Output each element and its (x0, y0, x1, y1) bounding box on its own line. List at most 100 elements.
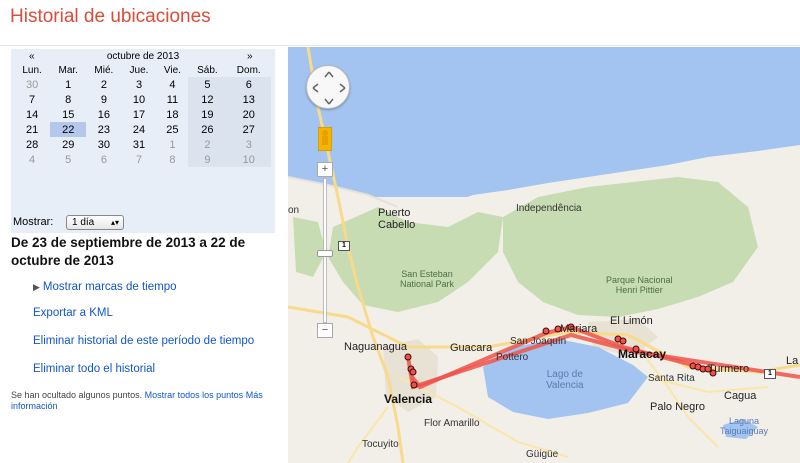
route-point[interactable] (404, 353, 412, 361)
weekday-header: Dom. (236, 65, 261, 76)
zoom-slider-thumb[interactable] (317, 250, 333, 257)
calendar-day[interactable]: 1 (50, 77, 86, 92)
calendar-day[interactable]: 20 (226, 107, 271, 122)
calendar-day[interactable]: 12 (188, 92, 227, 107)
route-point[interactable] (410, 381, 418, 389)
highway-shield: 1 (764, 369, 776, 379)
route-point[interactable] (619, 337, 627, 345)
calendar-day[interactable]: 30 (14, 77, 50, 92)
calendar-day[interactable]: 11 (157, 92, 189, 107)
map-label-turmero: Turmero (708, 363, 750, 375)
calendar-day[interactable]: 15 (50, 107, 86, 122)
map-label-san-esteban: San Esteban National Park (400, 269, 455, 289)
calendar-day[interactable]: 23 (86, 122, 121, 137)
calendar-day[interactable]: 25 (157, 122, 189, 137)
map-label-el-limon: El Limón (610, 315, 653, 327)
calendar-day[interactable]: 5 (50, 152, 86, 167)
calendar-day[interactable]: 4 (157, 77, 189, 92)
map-label-tocuyito: Tocuyito (362, 439, 399, 450)
calendar-week: 28 29 30 31 1 2 3 (14, 137, 271, 152)
weekday-header: Mié. (94, 65, 114, 76)
show-label: Mostrar: (13, 216, 54, 228)
calendar-day[interactable]: 7 (14, 92, 50, 107)
calendar-grid: Lun. Mar. Mié. Jue. Vie. Sáb. Dom. 30 1 2 3 4 5 6 7 8 9… (14, 64, 271, 167)
next-month-button[interactable]: » (247, 51, 253, 62)
map-label-santa-rita: Santa Rita (648, 373, 695, 384)
show-range-row: Mostrar: 1 día ▴▾ (11, 213, 275, 233)
calendar-day[interactable]: 10 (226, 152, 271, 167)
calendar-day[interactable]: 2 (188, 137, 227, 152)
zoom-in-button[interactable]: + (317, 162, 333, 177)
map-label-lago-valencia: Lago de Valencia (546, 369, 584, 391)
zoom-control: + − (317, 162, 333, 340)
show-all-points-link[interactable]: Mostrar todos los puntos (145, 390, 244, 400)
calendar-day[interactable]: 10 (121, 92, 156, 107)
calendar-day[interactable]: 17 (121, 107, 156, 122)
map-label-flor-amarillo: Flor Amarillo (424, 418, 480, 429)
map-label-naguanagua: Naguanagua (344, 341, 408, 353)
map-label-guacara: Guacara (450, 342, 493, 354)
calendar-day[interactable]: 29 (50, 137, 86, 152)
calendar-day[interactable]: 9 (86, 92, 121, 107)
calendar-day[interactable]: 5 (188, 77, 227, 92)
page-header: Historial de ubicaciones (0, 0, 800, 46)
calendar-day[interactable]: 31 (121, 137, 156, 152)
calendar-day[interactable]: 26 (188, 122, 227, 137)
highway-shield: 1 (338, 241, 350, 251)
map-label-la: La (786, 355, 799, 367)
map-label-moron: on (288, 205, 300, 216)
route-point[interactable] (409, 368, 417, 376)
pan-arrows-icon (312, 71, 346, 105)
calendar-day[interactable]: 9 (188, 152, 227, 167)
calendar-day[interactable]: 6 (86, 152, 121, 167)
delete-period-link[interactable]: Eliminar historial de este período de ti… (33, 335, 254, 347)
map-label-puerto-cabello: Puerto Cabello (378, 207, 416, 231)
map-label-valencia: Valencia (384, 392, 433, 406)
calendar-day[interactable]: 4 (14, 152, 50, 167)
map-view[interactable]: on Puerto Cabello Independência San Este… (288, 47, 800, 463)
show-timestamps-link[interactable]: ▶ Mostrar marcas de tiempo (33, 281, 177, 293)
show-range-select[interactable]: 1 día ▴▾ (66, 215, 124, 230)
calendar-day[interactable]: 24 (121, 122, 156, 137)
calendar-day[interactable]: 14 (14, 107, 50, 122)
calendar: « octubre de 2013 » Lun. Mar. Mié. Jue. Vie.… (11, 49, 275, 233)
calendar-week: 21 22 23 24 25 26 27 (14, 122, 271, 137)
weekday-header: Mar. (58, 65, 78, 76)
calendar-day[interactable]: 16 (86, 107, 121, 122)
calendar-day[interactable]: 8 (157, 152, 189, 167)
zoom-out-button[interactable]: − (317, 323, 333, 338)
map-label-san-joaquin: San Joaquín (510, 336, 567, 347)
calendar-day[interactable]: 19 (188, 107, 227, 122)
calendar-day[interactable]: 1 (157, 137, 189, 152)
calendar-day[interactable]: 30 (86, 137, 121, 152)
hidden-points-text: Se han ocultado algunos puntos. (11, 390, 143, 400)
select-arrows-icon: ▴▾ (110, 218, 119, 227)
calendar-day[interactable]: 13 (226, 92, 271, 107)
calendar-day[interactable]: 21 (14, 122, 50, 137)
calendar-month-title: octubre de 2013 (106, 51, 180, 62)
calendar-day[interactable]: 28 (14, 137, 50, 152)
calendar-day[interactable]: 7 (121, 152, 156, 167)
calendar-day[interactable]: 6 (226, 77, 271, 92)
sidebar: « octubre de 2013 » Lun. Mar. Mié. Jue. Vie.… (0, 47, 288, 463)
map-label-henri-pittier: Parque Nacional Henri Pittier (606, 275, 673, 295)
calendar-day[interactable]: 3 (121, 77, 156, 92)
show-timestamps-label: Mostrar marcas de tiempo (42, 281, 177, 293)
weekday-header: Lun. (22, 65, 42, 76)
street-view-pegman-icon[interactable] (318, 127, 332, 151)
pan-control[interactable] (306, 65, 350, 109)
delete-all-link[interactable]: Eliminar todo el historial (33, 363, 155, 375)
export-kml-link[interactable]: Exportar a KML (33, 307, 113, 319)
calendar-header: « octubre de 2013 » (11, 51, 275, 65)
route-point[interactable] (542, 327, 550, 335)
map-label-pottero: Pottero (496, 352, 529, 363)
calendar-day[interactable]: 22 (50, 122, 87, 137)
map-label-maracay: Maracay (618, 347, 667, 361)
calendar-day[interactable]: 18 (157, 107, 189, 122)
calendar-day[interactable]: 8 (50, 92, 86, 107)
calendar-day[interactable]: 2 (86, 77, 121, 92)
page-title: Historial de ubicaciones (10, 6, 211, 27)
map-label-cagua: Cagua (724, 390, 757, 402)
calendar-day[interactable]: 3 (226, 137, 271, 152)
calendar-day[interactable]: 27 (226, 122, 271, 137)
